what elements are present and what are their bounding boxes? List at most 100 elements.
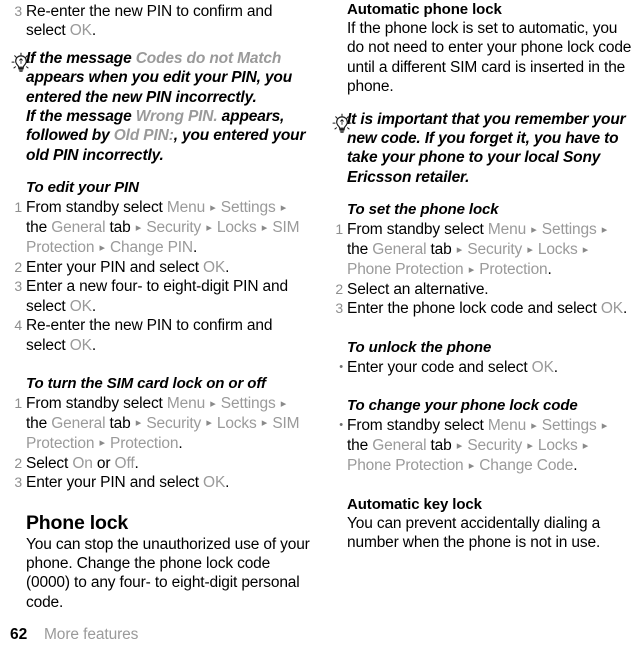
lightbulb-icon [10, 52, 32, 74]
step-text-part: From standby select [26, 199, 167, 217]
step-number: 3 [14, 278, 22, 295]
ui-reference: Locks [216, 414, 257, 432]
right-column: Automatic phone lock If the phone lock i… [331, 0, 632, 553]
list-item: • From standby select Menu ▸ Settings ▸ t… [331, 416, 632, 476]
step-text-part: the [347, 241, 373, 259]
step-text: Enter your code and select OK. [347, 359, 558, 376]
step-text-part: From standby select [26, 395, 167, 412]
ui-reference: Security [467, 437, 523, 455]
step-text: Enter the phone lock code and select OK. [347, 300, 627, 317]
tip-paragraph: It is important that you remember your n… [347, 110, 626, 186]
list-item: 3 Enter a new four- to eight-digit PIN an… [10, 277, 311, 316]
ui-reference: OK [69, 22, 92, 40]
procedure-steps: • Enter your code and select OK. [331, 358, 632, 377]
ui-reference: Locks [537, 241, 578, 259]
tip-text-part: If the message [26, 49, 136, 67]
ui-reference: Menu [166, 199, 206, 217]
list-item: 2 Enter your PIN and select OK. [10, 258, 311, 277]
list-item: 3 Enter the phone lock code and select OK… [331, 299, 632, 318]
step-text-part: tab [426, 241, 452, 259]
ui-reference: Change Code [479, 457, 574, 474]
step-number: 1 [335, 221, 343, 238]
procedure-steps: 1 From standby select Menu ▸ Settings ▸ t… [331, 220, 632, 319]
procedure-heading: To set the phone lock [347, 201, 499, 219]
left-column: 3 Re-enter the new PIN to confirm and se… [10, 0, 311, 612]
ui-reference: On [72, 454, 93, 472]
step-text: Enter your PIN and select OK. [26, 259, 229, 276]
step-text: From standby select Menu ▸ Settings ▸ th… [26, 199, 300, 257]
path-separator-icon: ▸ [468, 263, 475, 276]
step-text-part: the [347, 437, 373, 455]
subsection-body: If the phone lock is set to automatic, y… [347, 20, 632, 96]
path-separator-icon: ▸ [99, 241, 105, 254]
ui-reference: Security [467, 241, 523, 259]
ui-reference: Security [146, 414, 202, 432]
ui-reference: Wrong PIN. [135, 108, 218, 126]
step-text-part: . [134, 454, 139, 472]
path-separator-icon: ▸ [468, 459, 475, 472]
step-text-part: Enter your PIN and select [26, 258, 204, 276]
tip-note: If the message Codes do not Match appear… [10, 49, 311, 165]
ui-reference: OK [203, 258, 226, 276]
step-text: From standby select Menu ▸ Settings ▸ th… [347, 221, 608, 278]
tip-text: If the message Codes do not Match appear… [26, 49, 311, 165]
ui-reference: Phone Protection [347, 261, 464, 279]
step-text-part: tab [105, 219, 131, 237]
step-text-part: Enter the phone lock code and select [347, 300, 601, 318]
list-item: 1 From standby select Menu ▸ Settings ▸ t… [10, 394, 311, 454]
ui-reference: Security [146, 219, 202, 237]
step-text: Enter your PIN and select OK. [26, 474, 229, 491]
ui-reference: General [51, 414, 106, 432]
tip-paragraph: If the message Wrong PIN. appears, follo… [26, 107, 311, 165]
path-separator-icon: ▸ [531, 223, 537, 236]
tip-paragraph: If the message Codes do not Match appear… [26, 49, 311, 107]
step-text-part: . [91, 336, 97, 354]
ui-reference: OK [69, 297, 92, 315]
path-separator-icon: ▸ [582, 243, 589, 256]
path-separator-icon: ▸ [261, 221, 268, 234]
step-text: Select an alternative. [347, 280, 489, 298]
tip-text-part: appears when you edit your PIN, you ente… [26, 69, 293, 106]
step-text-part: . [91, 22, 97, 40]
list-item: 2 Select On or Off. [10, 454, 311, 473]
subsection-heading: Automatic phone lock [347, 1, 502, 18]
ui-reference: Settings [220, 199, 276, 217]
ui-reference: Change PIN [110, 239, 193, 257]
procedure-heading: To unlock the phone [347, 338, 492, 356]
ui-reference: General [372, 241, 427, 259]
step-number: 3 [335, 300, 343, 317]
procedure-steps: • From standby select Menu ▸ Settings ▸ t… [331, 416, 632, 476]
step-text-part: Re-enter the new PIN to confirm and sele… [26, 3, 273, 40]
step-text-part: Select [26, 454, 73, 472]
path-separator-icon: ▸ [210, 397, 216, 410]
step-text-part: tab [105, 414, 131, 432]
step-text-part: . [225, 474, 230, 492]
step-text-part: . [573, 457, 578, 474]
ui-reference: Menu [487, 417, 527, 435]
step-text-part: . [547, 261, 552, 279]
step-text-part: Enter your code and select [347, 358, 532, 376]
path-separator-icon: ▸ [210, 201, 216, 214]
path-separator-icon: ▸ [527, 439, 533, 452]
procedure-heading: To turn the SIM card lock on or off [26, 375, 266, 392]
path-separator-icon: ▸ [206, 417, 212, 430]
step-number: 2 [14, 454, 22, 471]
section-heading: Phone lock [26, 511, 129, 534]
tip-text-part: If the message [26, 108, 136, 126]
ui-reference: Menu [487, 221, 527, 239]
step-text-part: Select an alternative. [347, 280, 489, 298]
path-separator-icon: ▸ [527, 243, 533, 256]
path-separator-icon: ▸ [280, 397, 287, 410]
procedure-heading: To change your phone lock code [347, 397, 578, 415]
path-separator-icon: ▸ [99, 437, 105, 450]
step-text-part: . [225, 258, 230, 276]
step-text-part: . [192, 239, 198, 257]
ui-reference: Codes do not Match [135, 49, 282, 67]
step-text: Enter a new four- to eight-digit PIN and… [26, 278, 288, 314]
list-item: 4 Re-enter the new PIN to confirm and sel… [10, 316, 311, 355]
path-separator-icon: ▸ [135, 417, 142, 430]
path-separator-icon: ▸ [601, 419, 608, 432]
step-text-part: From standby select [347, 417, 488, 435]
ui-reference: Settings [220, 395, 276, 412]
path-separator-icon: ▸ [135, 221, 142, 234]
